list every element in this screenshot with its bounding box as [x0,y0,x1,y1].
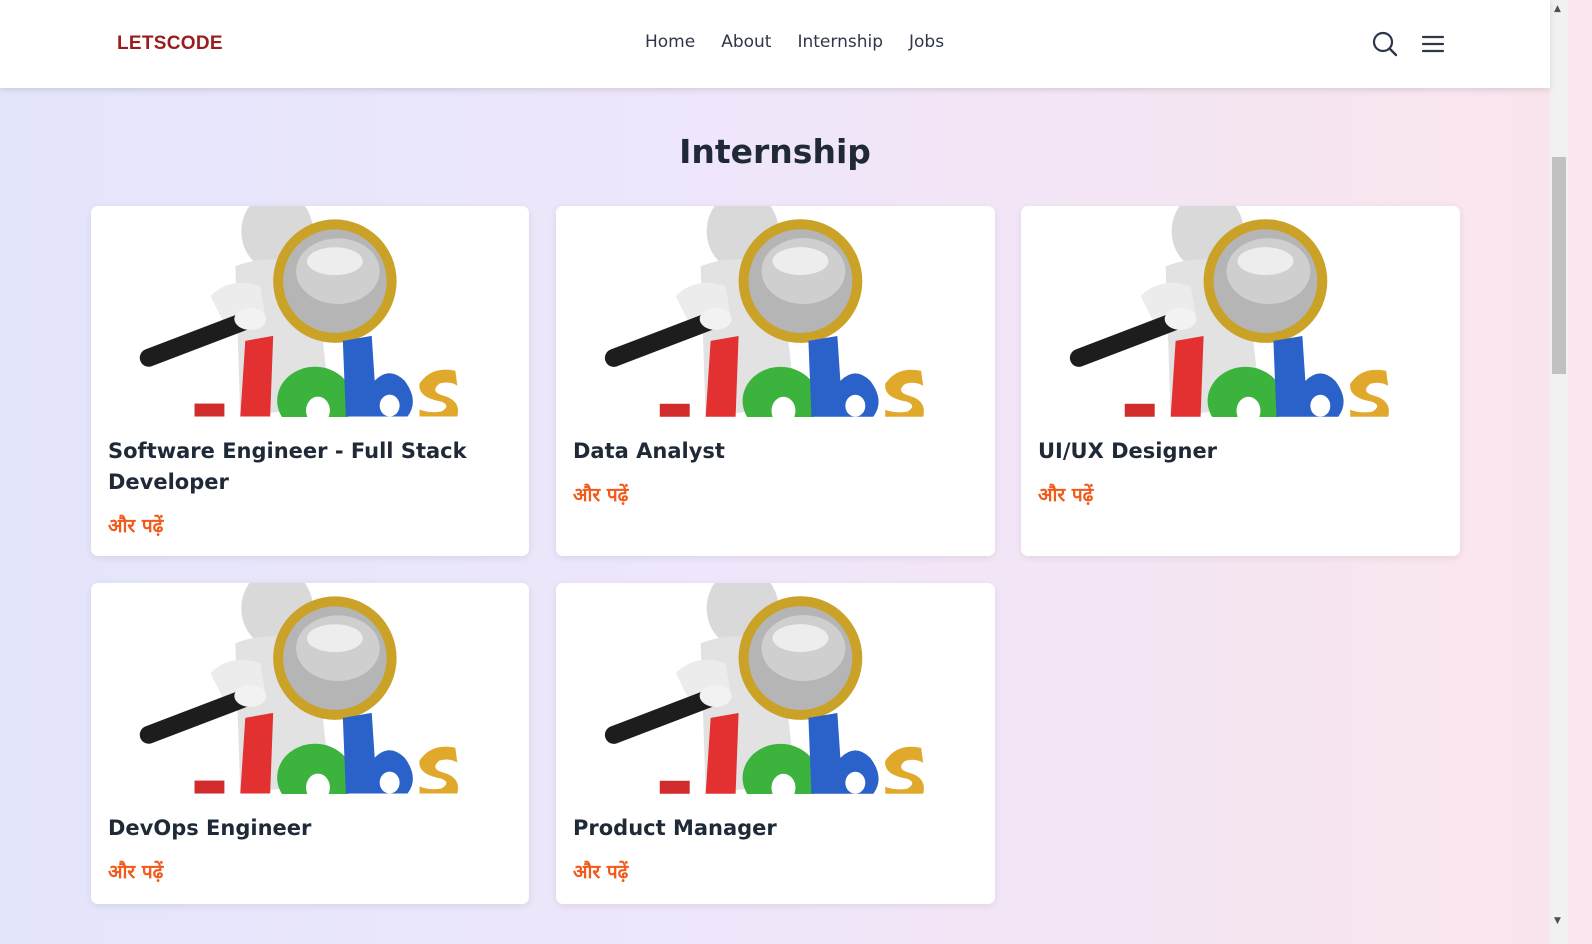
jobs-image [91,206,529,417]
card-title[interactable]: Data Analyst [573,436,973,467]
scroll-thumb[interactable] [1552,157,1566,374]
menu-icon[interactable] [1419,30,1447,58]
card-title[interactable]: Product Manager [573,813,973,844]
nav-link-about[interactable]: About [721,32,771,52]
page-title: Internship [679,132,871,171]
nav-actions [1371,30,1447,58]
card-title[interactable]: DevOps Engineer [108,813,508,844]
card-title[interactable]: Software Engineer - Full Stack Developer [108,436,508,498]
internship-card[interactable]: DevOps Engineer और पढ़ें [91,583,529,904]
jobs-image [556,206,995,417]
main-nav: Home About Internship Jobs [645,32,944,52]
internship-card[interactable]: Product Manager और पढ़ें [556,583,995,904]
card-title[interactable]: UI/UX Designer [1038,436,1438,467]
nav-link-home[interactable]: Home [645,32,695,52]
top-navbar: LETSCODE Home About Internship Jobs [0,0,1550,88]
internship-card[interactable]: UI/UX Designer और पढ़ें [1021,206,1460,556]
jobs-image [556,583,995,794]
read-more-link[interactable]: और पढ़ें [573,481,628,507]
nav-link-internship[interactable]: Internship [797,32,883,52]
nav-link-jobs[interactable]: Jobs [909,32,944,52]
page-scrollbar[interactable]: ▲ ▼ [1550,0,1568,944]
read-more-link[interactable]: और पढ़ें [1038,481,1093,507]
read-more-link[interactable]: और पढ़ें [573,858,628,884]
read-more-link[interactable]: और पढ़ें [108,512,163,538]
jobs-image [1021,206,1460,417]
search-icon[interactable] [1371,30,1399,58]
read-more-link[interactable]: और पढ़ें [108,858,163,884]
internship-card[interactable]: Data Analyst और पढ़ें [556,206,995,556]
internship-card[interactable]: Software Engineer - Full Stack Developer… [91,206,529,556]
jobs-image [91,583,529,794]
scroll-up-icon[interactable]: ▲ [1554,4,1561,14]
scroll-down-icon[interactable]: ▼ [1554,916,1561,926]
site-logo[interactable]: LETSCODE [117,33,223,55]
